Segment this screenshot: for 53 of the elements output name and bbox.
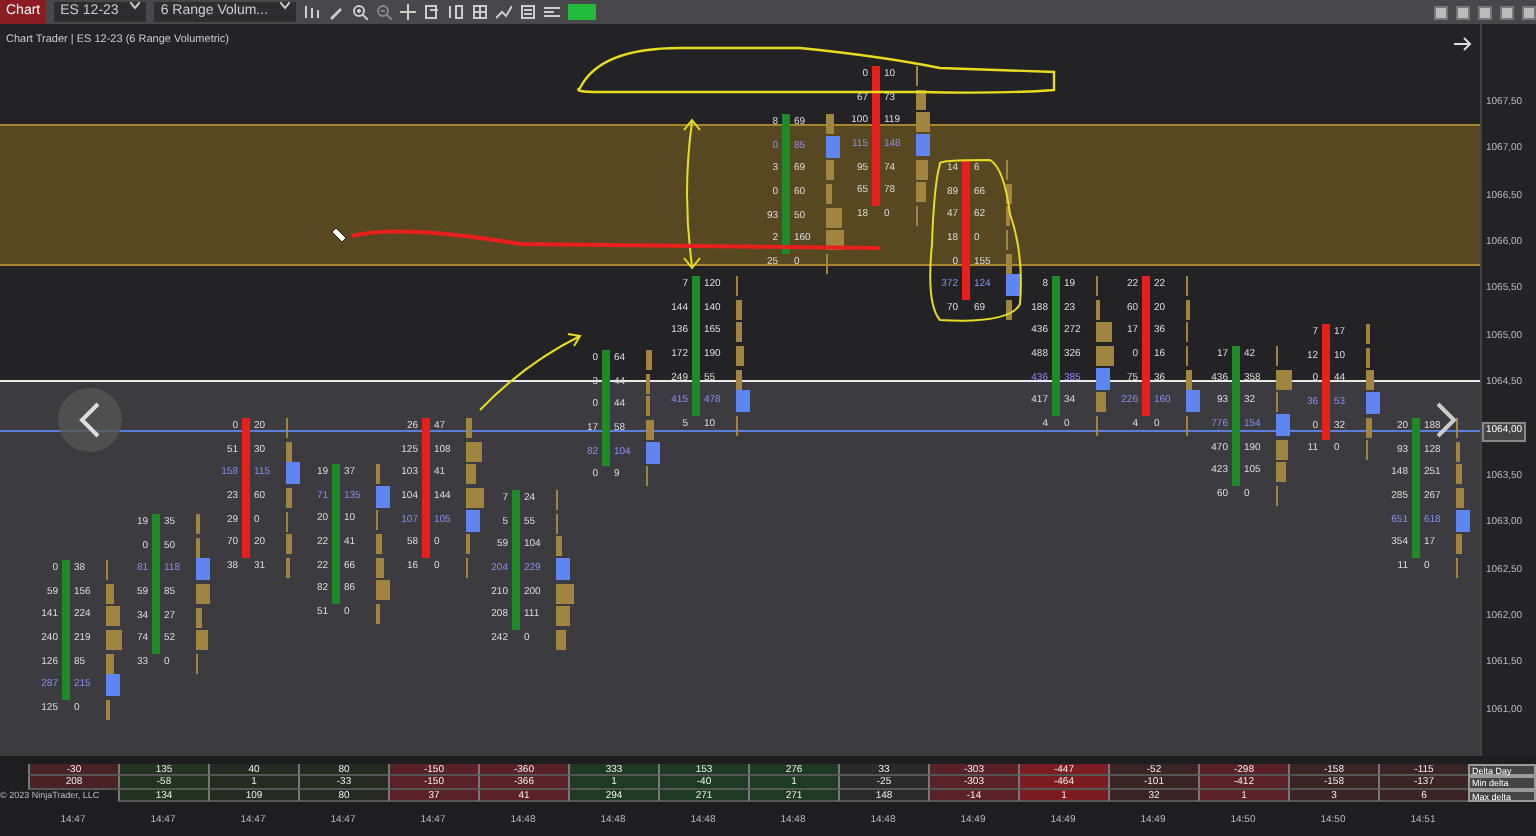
window-tile-icon[interactable]	[1434, 5, 1448, 19]
caret-icon	[280, 2, 291, 10]
scroll-left-button[interactable]	[58, 388, 122, 452]
volume-profile-bar	[1096, 345, 1114, 366]
poc-marker	[1456, 509, 1470, 532]
pencil-icon[interactable]	[328, 4, 345, 20]
poc-marker	[196, 558, 210, 581]
poc-marker	[556, 557, 570, 580]
poc-marker	[1276, 413, 1290, 436]
poc-marker	[1096, 367, 1110, 390]
volume-profile-bar	[646, 350, 652, 370]
window-tile-icon[interactable]	[1456, 5, 1470, 19]
arrow	[479, 333, 581, 411]
indicator-list-icon[interactable]	[544, 4, 561, 20]
status-indicator-icon[interactable]	[568, 4, 597, 20]
minimize-icon[interactable]	[1478, 5, 1492, 19]
zoom-out-icon[interactable]	[376, 4, 393, 20]
poc-marker	[106, 674, 120, 697]
restore-icon[interactable]	[1500, 5, 1514, 19]
volume-profile-bar	[1006, 253, 1012, 274]
poc-marker	[1366, 391, 1380, 414]
crosshair-icon[interactable]	[400, 4, 417, 20]
volume-profile-bar	[556, 583, 574, 604]
scroll-right-button[interactable]	[1436, 402, 1457, 438]
arrow-right-icon[interactable]	[1453, 37, 1472, 51]
volume-profile-bar	[286, 487, 292, 508]
split-panel-icon[interactable]	[448, 4, 465, 20]
volume-profile-bar	[286, 441, 292, 462]
poc-marker	[826, 135, 840, 158]
caret-icon	[130, 2, 141, 10]
volume-profile-bar	[1186, 369, 1192, 390]
template-icon[interactable]	[424, 4, 441, 20]
volume-profile-bar	[826, 114, 834, 134]
line-chart-icon[interactable]	[496, 4, 513, 20]
volume-profile-bar	[466, 418, 472, 438]
poc-marker	[376, 485, 390, 508]
poc-marker	[286, 462, 300, 485]
zoom-in-icon[interactable]	[352, 4, 369, 20]
properties-icon[interactable]	[520, 4, 537, 20]
volume-profile-bar	[1006, 299, 1012, 320]
pencil-cursor-icon	[331, 227, 347, 243]
volume-profile-bar	[106, 653, 114, 674]
poc-marker	[1186, 390, 1200, 413]
poc-marker	[466, 509, 480, 532]
bar-chart-icon[interactable]	[304, 4, 321, 20]
grid-icon[interactable]	[472, 4, 489, 20]
poc-marker	[736, 390, 750, 413]
volume-profile-bar	[736, 369, 742, 390]
poc-marker	[916, 133, 930, 156]
close-icon[interactable]	[1522, 5, 1536, 19]
poc-marker	[646, 441, 660, 464]
volume-profile-bar	[196, 583, 210, 604]
poc-marker	[1006, 274, 1020, 297]
